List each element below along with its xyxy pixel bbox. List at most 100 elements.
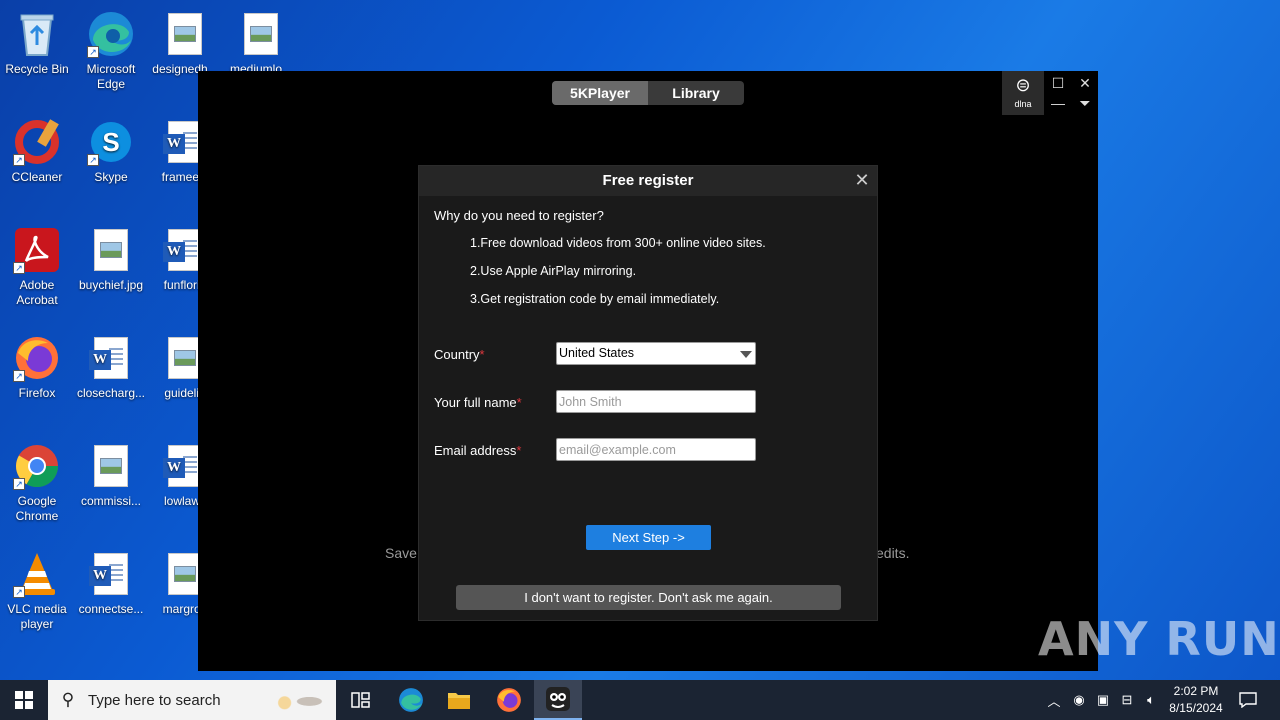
image-file-icon bbox=[237, 10, 285, 58]
desktop-icon-label: connectse... bbox=[78, 602, 144, 616]
why-register-heading: Why do you need to register? bbox=[434, 208, 604, 223]
desktop-icon-label: Adobe Acrobat bbox=[16, 278, 58, 307]
full-name-input[interactable] bbox=[556, 390, 756, 413]
dialog-close-button[interactable]: ✕ bbox=[851, 169, 873, 191]
desktop-icon-label: CCleaner bbox=[11, 170, 63, 184]
desktop-icon-recycle-bin[interactable]: Recycle Bin bbox=[0, 6, 74, 77]
notification-center-button[interactable] bbox=[1234, 680, 1262, 720]
chevron-down-icon: ⏷ bbox=[1079, 95, 1091, 111]
edge-icon bbox=[399, 688, 423, 712]
firefox-icon bbox=[497, 688, 521, 712]
desktop-icon-label: buychief.jpg bbox=[78, 278, 144, 292]
desktop-icon-connectse[interactable]: W connectse... bbox=[74, 546, 148, 617]
close-icon: ✕ bbox=[854, 170, 870, 190]
desktop-icon-label: Google Chrome bbox=[15, 494, 59, 523]
desktop-icon-label: commissi... bbox=[81, 494, 141, 508]
register-dialog: Free register ✕ Why do you need to regis… bbox=[418, 165, 878, 621]
task-view-button[interactable] bbox=[342, 680, 380, 720]
taskbar-file-explorer[interactable] bbox=[438, 680, 480, 720]
desktop-icon-label: Skype bbox=[94, 170, 128, 184]
background-text-left: Save bbox=[385, 545, 417, 561]
desktop-icon-adobe-acrobat[interactable]: ↗ Adobe Acrobat bbox=[0, 222, 74, 308]
word-doc-icon: W bbox=[87, 550, 135, 598]
tab-library[interactable]: Library bbox=[648, 81, 744, 105]
dont-register-button[interactable]: I don't want to register. Don't ask me a… bbox=[456, 585, 841, 610]
desktop-icon-skype[interactable]: S ↗ Skype bbox=[74, 114, 148, 185]
country-label: Country* bbox=[434, 347, 485, 362]
desktop-icon-closecharg[interactable]: W closecharg... bbox=[74, 330, 148, 401]
clock-time: 2:02 PM bbox=[1173, 684, 1219, 698]
shortcut-arrow-icon: ↗ bbox=[13, 370, 25, 382]
chevron-up-icon: ︿ bbox=[1047, 693, 1061, 709]
close-icon: ✕ bbox=[1079, 75, 1091, 91]
taskbar-search[interactable]: ⚲ Type here to search bbox=[48, 680, 336, 720]
desktop-icon-label: closecharg... bbox=[76, 386, 146, 400]
folder-icon bbox=[448, 693, 470, 709]
task-view-icon bbox=[351, 692, 370, 708]
dlna-icon: ⊜ bbox=[1015, 75, 1031, 95]
5kplayer-icon bbox=[546, 687, 570, 711]
image-file-icon bbox=[87, 442, 135, 490]
taskbar-edge[interactable] bbox=[390, 680, 432, 720]
desktop-icon-microsoft-edge[interactable]: ↗ Microsoft Edge bbox=[74, 6, 148, 92]
firefox-icon: ↗ bbox=[13, 334, 61, 382]
dropdown-menu-button[interactable]: ⏷ bbox=[1075, 93, 1095, 113]
required-star: * bbox=[516, 443, 522, 458]
taskbar-firefox[interactable] bbox=[488, 680, 530, 720]
player-tabbar: 5KPlayer Library bbox=[552, 81, 744, 105]
shortcut-arrow-icon: ↗ bbox=[87, 46, 99, 58]
email-input[interactable] bbox=[556, 438, 756, 461]
dialog-title: Free register bbox=[419, 166, 877, 196]
device-icon: ▣ bbox=[1096, 692, 1110, 707]
desktop-icon-firefox[interactable]: ↗ Firefox bbox=[0, 330, 74, 401]
maximize-icon: ☐ bbox=[1051, 75, 1065, 91]
start-button[interactable] bbox=[0, 680, 48, 720]
required-star: * bbox=[516, 395, 522, 410]
close-window-button[interactable]: ✕ bbox=[1075, 73, 1095, 93]
taskbar-clock[interactable]: 2:02 PM 8/15/2024 bbox=[1164, 683, 1228, 717]
desktop-icon-ccleaner[interactable]: ↗ CCleaner bbox=[0, 114, 74, 185]
ccleaner-icon: ↗ bbox=[13, 118, 61, 166]
player-window: 5KPlayer Library ⊜ dlna ☐ ✕ — ⏷ Save edi… bbox=[198, 71, 1098, 671]
tray-device-icon[interactable]: ▣ bbox=[1092, 680, 1114, 720]
next-step-button[interactable]: Next Step -> bbox=[586, 525, 711, 550]
tab-5kplayer[interactable]: 5KPlayer bbox=[552, 81, 648, 105]
maximize-button[interactable]: ☐ bbox=[1048, 73, 1068, 93]
shortcut-arrow-icon: ↗ bbox=[13, 478, 25, 490]
5kplayer-tray-icon: ◉ bbox=[1073, 692, 1085, 707]
word-doc-icon: W bbox=[87, 334, 135, 382]
minimize-button[interactable]: — bbox=[1048, 93, 1068, 113]
tray-app-icon[interactable]: ◉ bbox=[1068, 680, 1090, 720]
vlc-icon: ↗ bbox=[13, 550, 61, 598]
country-select[interactable]: United States bbox=[556, 342, 756, 365]
shortcut-arrow-icon: ↗ bbox=[13, 262, 25, 274]
dlna-button[interactable]: ⊜ dlna bbox=[1002, 71, 1044, 115]
desktop-icon-designedh[interactable]: designedh... bbox=[148, 6, 222, 77]
shortcut-arrow-icon: ↗ bbox=[87, 154, 99, 166]
taskbar-5kplayer[interactable] bbox=[534, 680, 582, 720]
full-name-label: Your full name* bbox=[434, 395, 522, 410]
tray-volume-icon[interactable]: 🔈︎ bbox=[1140, 680, 1162, 720]
dlna-label: dlna bbox=[1014, 99, 1032, 109]
desktop-icon-buychief[interactable]: buychief.jpg bbox=[74, 222, 148, 293]
shortcut-arrow-icon: ↗ bbox=[13, 586, 25, 598]
reason-1: 1.Free download videos from 300+ online … bbox=[470, 236, 766, 250]
desktop-icon-vlc[interactable]: ↗ VLC media player bbox=[0, 546, 74, 632]
notification-icon bbox=[1239, 692, 1257, 708]
tray-show-hidden-button[interactable]: ︿ bbox=[1044, 680, 1064, 720]
anyrun-watermark: ANY RUN bbox=[1038, 612, 1280, 666]
search-icon: ⚲ bbox=[61, 690, 75, 709]
country-selected-value: United States bbox=[559, 346, 635, 360]
reason-2: 2.Use Apple AirPlay mirroring. bbox=[470, 264, 637, 278]
desktop-icon-google-chrome[interactable]: ↗ Google Chrome bbox=[0, 438, 74, 524]
network-icon: ⊟ bbox=[1121, 692, 1133, 707]
chrome-icon: ↗ bbox=[13, 442, 61, 490]
tray-network-icon[interactable]: ⊟ bbox=[1116, 680, 1138, 720]
edge-icon: ↗ bbox=[87, 10, 135, 58]
desktop-icon-label: Firefox bbox=[18, 386, 56, 400]
skype-icon: S ↗ bbox=[87, 118, 135, 166]
desktop-icon-mediumlo[interactable]: mediumlo... bbox=[224, 6, 298, 77]
background-text-right: edits. bbox=[876, 545, 910, 561]
desktop-icon-label: Microsoft Edge bbox=[86, 62, 136, 91]
desktop-icon-commissi[interactable]: commissi... bbox=[74, 438, 148, 509]
